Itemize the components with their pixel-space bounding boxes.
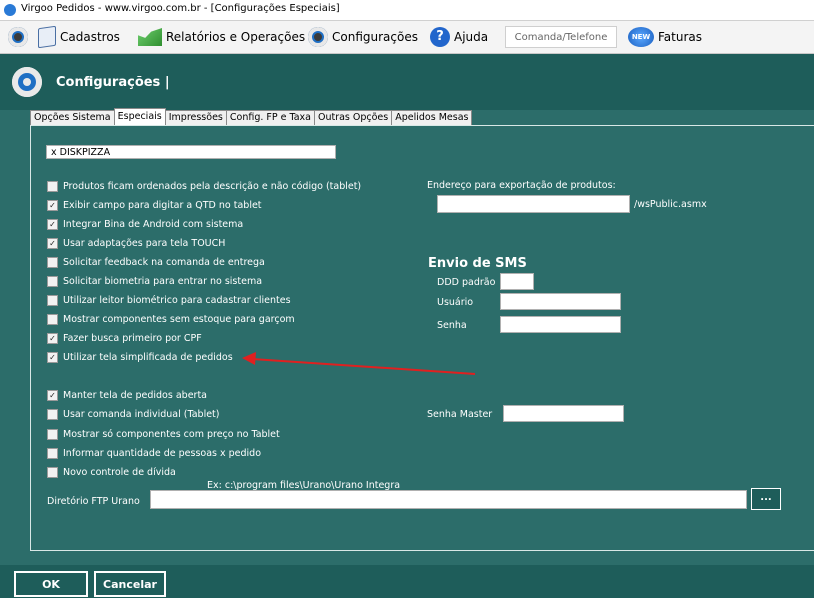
annotation-arrow-line [251,358,476,375]
ok-button[interactable]: OK [14,571,88,597]
cancel-button[interactable]: Cancelar [94,571,166,597]
annotation-arrow [242,352,476,375]
annotation-arrow-head [242,352,256,365]
